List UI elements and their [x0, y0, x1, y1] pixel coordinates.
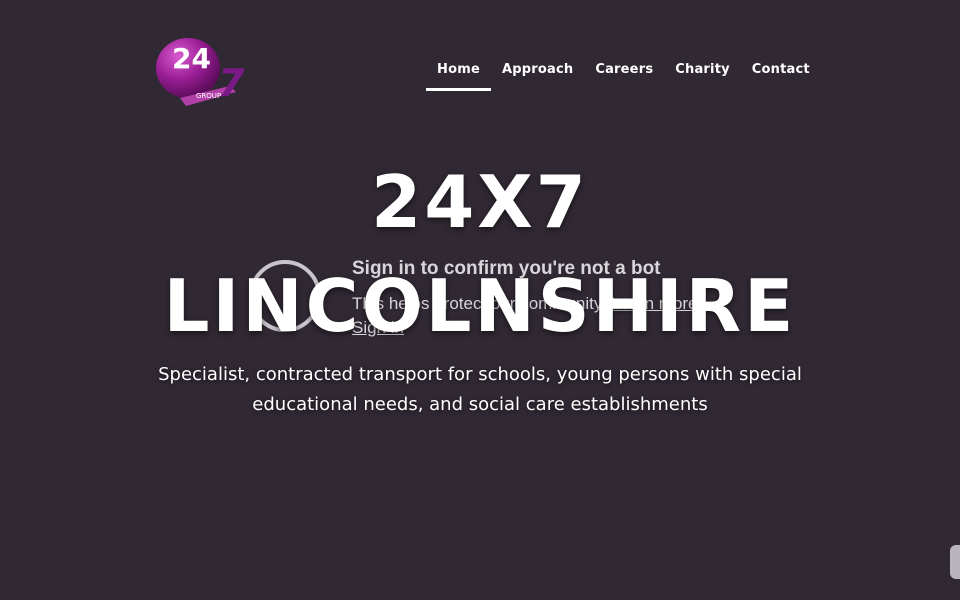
chat-tab[interactable] [950, 545, 960, 579]
hero-title-line1: 24X7 [371, 160, 589, 244]
hero-subtitle: Specialist, contracted transport for sch… [158, 364, 802, 415]
hero-title-line2: LINCOLNSHIRE [163, 264, 797, 348]
hero-title: 24X7 LINCOLNSHIRE [0, 150, 960, 358]
